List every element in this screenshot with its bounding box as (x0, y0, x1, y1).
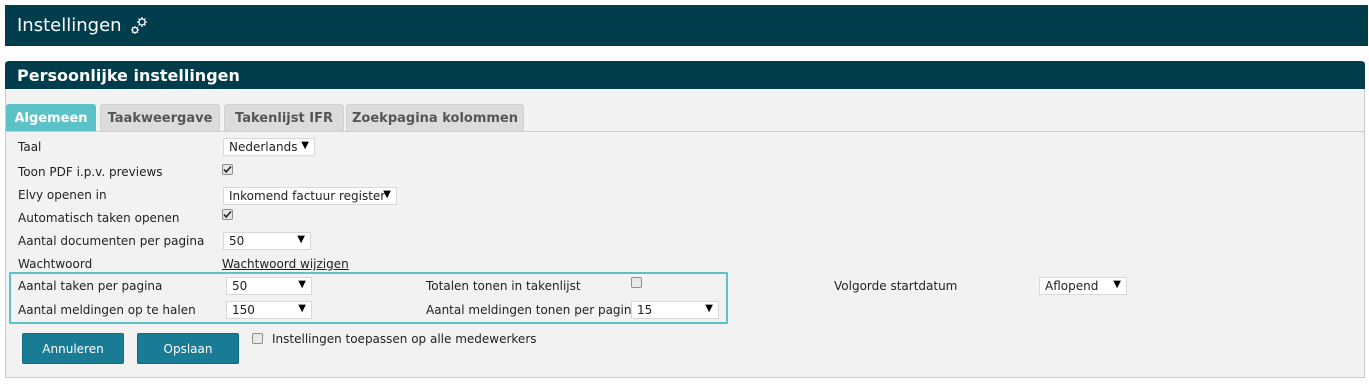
totalen-checkbox[interactable] (631, 277, 642, 288)
elvy-value: Inkomend factuur register (229, 189, 386, 203)
tab-taakweergave[interactable]: Taakweergave (100, 104, 220, 131)
page-title: Instellingen (17, 15, 122, 36)
apply-all-label: Instellingen toepassen op alle medewerke… (272, 332, 537, 346)
save-button[interactable]: Opslaan (137, 333, 239, 364)
checkmark-icon (223, 210, 232, 219)
tab-algemeen[interactable]: Algemeen (6, 104, 96, 131)
volgorde-label: Volgorde startdatum (834, 279, 958, 293)
aantal-taken-value: 50 (232, 279, 248, 293)
dropdown-arrow-icon: ▼ (297, 234, 305, 245)
apply-all-checkbox[interactable] (252, 333, 263, 344)
aantal-taken-select[interactable]: 50 ▼ (226, 277, 312, 295)
checkmark-icon (223, 165, 232, 174)
panel-title: Persoonlijke instellingen (5, 61, 1365, 89)
gears-icon (128, 15, 150, 37)
elvy-select[interactable]: Inkomend factuur register ▼ (223, 187, 397, 205)
taal-label: Taal (18, 140, 42, 154)
auto-taken-checkbox[interactable] (222, 209, 233, 220)
aantal-taken-label: Aantal taken per pagina (18, 279, 163, 293)
tab-zoekpagina-kolommen[interactable]: Zoekpagina kolommen (346, 104, 524, 131)
toon-pdf-label: Toon PDF i.p.v. previews (18, 165, 163, 179)
meldingen-tonen-select[interactable]: 15 ▼ (631, 301, 719, 319)
aantal-docs-label: Aantal documenten per pagina (18, 234, 205, 248)
meldingen-ophalen-select[interactable]: 150 ▼ (226, 301, 312, 319)
toon-pdf-checkbox[interactable] (222, 164, 233, 175)
volgorde-value: Aflopend (1045, 279, 1099, 293)
settings-panel: Persoonlijke instellingen Algemeen Taakw… (5, 61, 1365, 378)
dropdown-arrow-icon: ▼ (298, 279, 306, 290)
taal-select[interactable]: Nederlands ▼ (223, 138, 315, 156)
dropdown-arrow-icon: ▼ (1113, 279, 1121, 290)
wachtwoord-label: Wachtwoord (18, 257, 93, 271)
meldingen-ophalen-value: 150 (232, 303, 255, 317)
elvy-label: Elvy openen in (18, 188, 107, 202)
volgorde-select[interactable]: Aflopend ▼ (1039, 277, 1127, 295)
wachtwoord-wijzigen-link[interactable]: Wachtwoord wijzigen (222, 257, 349, 271)
dropdown-arrow-icon: ▼ (298, 303, 306, 314)
top-header: Instellingen (5, 5, 1368, 46)
tab-bar: Algemeen Taakweergave Takenlijst IFR Zoe… (6, 104, 1364, 132)
tab-takenlijst-ifr[interactable]: Takenlijst IFR (224, 104, 344, 131)
dropdown-arrow-icon: ▼ (705, 303, 713, 314)
meldingen-ophalen-label: Aantal meldingen op te halen (18, 303, 196, 317)
meldingen-tonen-value: 15 (637, 303, 653, 317)
aantal-docs-value: 50 (229, 234, 245, 248)
dropdown-arrow-icon: ▼ (301, 140, 309, 151)
auto-taken-label: Automatisch taken openen (18, 211, 180, 225)
dropdown-arrow-icon: ▼ (383, 189, 391, 200)
meldingen-tonen-label: Aantal meldingen tonen per pagina (426, 303, 639, 317)
aantal-docs-select[interactable]: 50 ▼ (223, 232, 311, 250)
taal-value: Nederlands (229, 140, 298, 154)
totalen-label: Totalen tonen in takenlijst (426, 279, 581, 293)
cancel-button[interactable]: Annuleren (22, 333, 124, 364)
